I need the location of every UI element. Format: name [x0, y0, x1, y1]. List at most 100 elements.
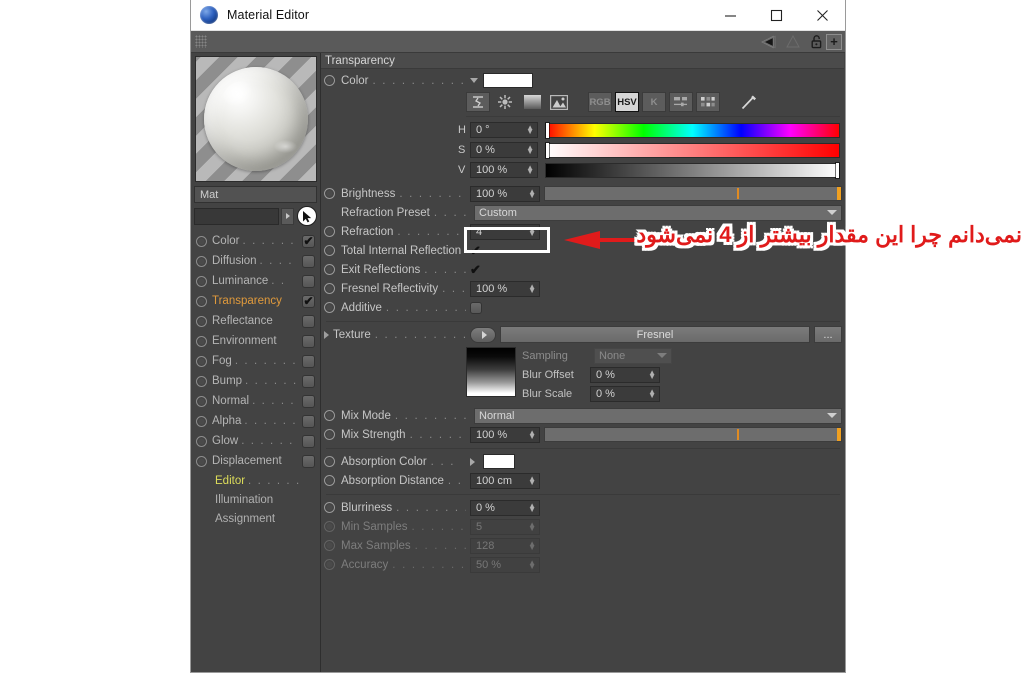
saturation-slider[interactable] — [545, 142, 840, 158]
channel-alpha[interactable]: Alpha . . . . . . — [193, 411, 318, 431]
transparency-color-swatch[interactable] — [483, 73, 533, 88]
fresnel-reflectivity-field[interactable]: 100 % ▲ ▼ — [470, 280, 540, 297]
animate-radio[interactable] — [324, 264, 335, 275]
stepper-icon[interactable]: ▲ ▼ — [526, 124, 534, 136]
colorwheel-icon[interactable] — [493, 92, 517, 112]
sidebar-item-editor[interactable]: Editor . . . . . . — [193, 471, 318, 490]
material-name-field[interactable]: Mat — [194, 186, 317, 203]
hsv-button[interactable]: HSV — [615, 92, 639, 112]
value-knob[interactable] — [836, 162, 839, 178]
hue-knob[interactable] — [546, 122, 549, 138]
channel-enable-radio[interactable] — [196, 275, 207, 287]
channel-enable-radio[interactable] — [196, 395, 207, 407]
animate-radio[interactable] — [324, 188, 335, 199]
mix-mode-dropdown[interactable]: Normal — [474, 407, 842, 424]
texture-play-button[interactable] — [470, 326, 496, 343]
channel-displacement[interactable]: Displacement — [193, 451, 318, 471]
eyedropper-icon[interactable] — [737, 92, 761, 112]
expand-triangle-icon[interactable] — [324, 330, 329, 339]
channel-fog[interactable]: Fog . . . . . . . . — [193, 351, 318, 371]
channel-checkbox[interactable] — [302, 314, 315, 328]
channel-checkbox[interactable] — [302, 414, 315, 428]
animate-radio[interactable] — [324, 283, 335, 294]
animate-radio[interactable] — [324, 302, 335, 313]
search-input[interactable] — [194, 207, 279, 225]
maximize-button[interactable] — [753, 0, 799, 30]
channel-glow[interactable]: Glow . . . . . . . — [193, 431, 318, 451]
stepper-icon[interactable]: ▲ ▼ — [528, 187, 536, 199]
brightness-field[interactable]: 100 % ▲ ▼ — [470, 185, 540, 202]
animate-radio[interactable] — [324, 475, 335, 486]
sampling-dropdown[interactable]: None — [594, 347, 672, 364]
channel-luminance[interactable]: Luminance . . — [193, 271, 318, 291]
material-preview[interactable] — [194, 56, 317, 182]
blur-scale-field[interactable]: 0 % ▲ ▼ — [590, 385, 660, 402]
stepper-icon[interactable]: ▲ ▼ — [528, 474, 536, 486]
channel-checkbox[interactable] — [302, 254, 315, 268]
next-material-button[interactable] — [779, 32, 807, 52]
lock-icon[interactable] — [809, 33, 824, 51]
pointer-icon[interactable] — [297, 206, 317, 226]
absorption-distance-field[interactable]: 100 cm ▲ ▼ — [470, 472, 540, 489]
mix-strength-slider[interactable] — [544, 427, 842, 442]
sidebar-item-illumination[interactable]: Illumination — [193, 490, 318, 509]
stepper-icon[interactable]: ▲ ▼ — [526, 144, 534, 156]
channel-enable-radio[interactable] — [196, 255, 207, 267]
animate-radio[interactable] — [324, 245, 335, 256]
channel-bump[interactable]: Bump . . . . . . — [193, 371, 318, 391]
stepper-icon[interactable]: ▲ ▼ — [648, 368, 656, 380]
sliders-icon[interactable] — [669, 92, 693, 112]
channel-enable-radio[interactable] — [196, 375, 207, 387]
chevron-right-icon[interactable] — [470, 457, 478, 466]
minimize-button[interactable] — [707, 0, 753, 30]
channel-enable-radio[interactable] — [196, 295, 207, 307]
value-field[interactable]: 100 % ▲ ▼ — [470, 162, 538, 178]
channel-diffusion[interactable]: Diffusion . . . . — [193, 251, 318, 271]
blur-offset-field[interactable]: 0 % ▲ ▼ — [590, 366, 660, 383]
channel-checkbox[interactable]: ✔ — [302, 234, 315, 248]
channel-transparency[interactable]: Transparency ✔ — [193, 291, 318, 311]
saturation-knob[interactable] — [546, 142, 549, 158]
rgb-button[interactable]: RGB — [588, 92, 612, 112]
mix-strength-field[interactable]: 100 % ▲ ▼ — [470, 426, 540, 443]
channel-enable-radio[interactable] — [196, 355, 207, 367]
swatches-icon[interactable] — [696, 92, 720, 112]
channel-enable-radio[interactable] — [196, 415, 207, 427]
stepper-icon[interactable]: ▲ ▼ — [528, 282, 536, 294]
range-icon[interactable] — [466, 92, 490, 112]
channel-enable-radio[interactable] — [196, 335, 207, 347]
hue-slider[interactable] — [545, 122, 840, 138]
blurriness-field[interactable]: 0 % ▲ ▼ — [470, 499, 540, 516]
chevron-down-icon[interactable] — [470, 78, 478, 83]
tir-checkbox[interactable]: ✔ — [470, 244, 481, 257]
exit-reflections-checkbox[interactable]: ✔ — [470, 263, 481, 276]
close-button[interactable] — [799, 0, 845, 30]
texture-browse-button[interactable]: ... — [814, 326, 842, 343]
stepper-icon[interactable]: ▲ ▼ — [526, 164, 534, 176]
channel-normal[interactable]: Normal . . . . . — [193, 391, 318, 411]
stepper-icon[interactable]: ▲ ▼ — [528, 501, 536, 513]
channel-checkbox[interactable] — [302, 334, 315, 348]
value-slider[interactable] — [545, 162, 840, 178]
channel-enable-radio[interactable] — [196, 435, 207, 447]
sidebar-item-assignment[interactable]: Assignment — [193, 509, 318, 528]
animate-radio[interactable] — [324, 226, 335, 237]
texture-name-button[interactable]: Fresnel — [500, 326, 810, 343]
absorption-color-swatch[interactable] — [483, 454, 515, 469]
channel-color[interactable]: Color . . . . . . . ✔ — [193, 231, 318, 251]
brightness-slider[interactable] — [544, 186, 842, 201]
gradient-icon[interactable] — [520, 92, 544, 112]
channel-enable-radio[interactable] — [196, 315, 207, 327]
stepper-icon[interactable]: ▲ ▼ — [648, 387, 656, 399]
saturation-field[interactable]: 0 % ▲ ▼ — [470, 142, 538, 158]
animate-radio[interactable] — [324, 456, 335, 467]
drag-grip[interactable] — [195, 35, 207, 48]
previous-material-button[interactable] — [749, 32, 777, 52]
channel-checkbox[interactable] — [302, 374, 315, 388]
animate-radio[interactable] — [324, 502, 335, 513]
channel-checkbox[interactable] — [302, 434, 315, 448]
add-material-button[interactable]: + — [826, 33, 842, 50]
channel-enable-radio[interactable] — [196, 235, 207, 247]
channel-environment[interactable]: Environment — [193, 331, 318, 351]
search-dropdown-arrow-icon[interactable] — [281, 207, 294, 225]
